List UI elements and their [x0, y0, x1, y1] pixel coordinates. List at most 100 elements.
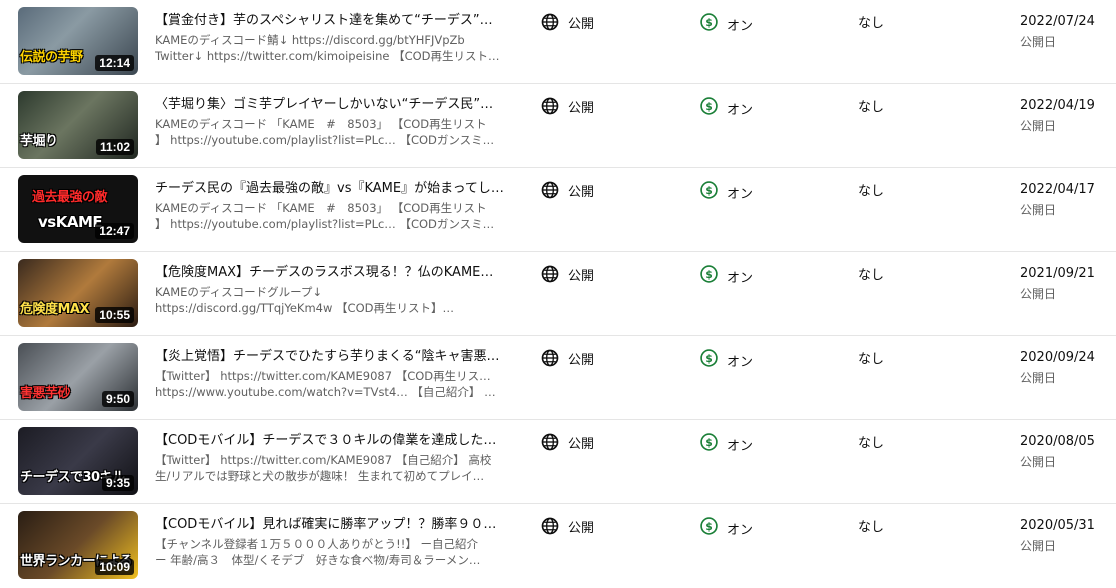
video-row[interactable]: 害悪芋砂 9:50 【炎上覚悟】チーデスでひたすら芋りまくる“陰キャ害悪… 【T…	[0, 336, 1116, 420]
visibility-label: 公開	[568, 184, 595, 200]
video-details: チーデス民の『過去最強の敵』vs『KAME』が始まってし… KAMEのディスコー…	[155, 180, 505, 232]
publish-date-label: 公開日	[1020, 119, 1057, 133]
video-duration: 12:47	[95, 223, 134, 239]
video-thumbnail[interactable]: チーデスで30キル 9:35	[18, 427, 138, 495]
thumbnail-caption: 芋堀り	[20, 134, 58, 149]
monetization-label: オン	[727, 102, 754, 118]
monetization-cell[interactable]: $ オン	[699, 12, 753, 36]
restrictions-cell: なし	[858, 520, 885, 535]
publish-date-label: 公開日	[1020, 539, 1057, 553]
monetization-cell[interactable]: $ オン	[699, 264, 753, 288]
date-cell: 2022/04/19 公開日	[1020, 97, 1095, 135]
date-cell: 2021/09/21 公開日	[1020, 265, 1095, 303]
video-details: 【CODモバイル】チーデスで３０キルの偉業を達成した… 【Twitter】 ht…	[155, 432, 505, 484]
restrictions-cell: なし	[858, 352, 885, 367]
video-thumbnail[interactable]: 世界ランカーによる 10:09	[18, 511, 138, 579]
visibility-cell[interactable]: 公開	[540, 264, 594, 284]
thumbnail-caption: 害悪芋砂	[20, 386, 71, 401]
svg-text:$: $	[705, 184, 713, 197]
publish-date-label: 公開日	[1020, 35, 1057, 49]
restrictions-cell: なし	[858, 100, 885, 115]
video-details: 〈芋堀り集〉ゴミ芋プレイヤーしかいない“チーデス民”を… KAMEのディスコード…	[155, 96, 505, 148]
dollar-circle-icon: $	[699, 432, 719, 456]
video-row[interactable]: 危険度MAX 10:55 【危険度MAX】チーデスのラスボス現る！？仏のKAME…	[0, 252, 1116, 336]
monetization-cell[interactable]: $ オン	[699, 96, 753, 120]
description-line: 】 https://youtube.com/playlist?list=PLc……	[155, 133, 495, 147]
globe-icon	[540, 264, 560, 284]
video-row[interactable]: 伝説の芋野 12:14 【賞金付き】芋のスペシャリスト達を集めて“チーデス”を……	[0, 0, 1116, 84]
publish-date: 2022/04/17	[1020, 182, 1095, 197]
video-duration: 11:02	[95, 139, 134, 155]
monetization-cell[interactable]: $ オン	[699, 348, 753, 372]
video-thumbnail[interactable]: 危険度MAX 10:55	[18, 259, 138, 327]
video-description: KAMEのディスコードグループ↓ https://discord.gg/TTqj…	[155, 284, 500, 316]
video-duration: 9:35	[101, 475, 134, 491]
date-cell: 2020/05/31 公開日	[1020, 517, 1095, 555]
visibility-cell[interactable]: 公開	[540, 96, 594, 116]
video-description: 【Twitter】 https://twitter.com/KAME9087 【…	[155, 368, 500, 400]
date-cell: 2022/07/24 公開日	[1020, 13, 1095, 51]
video-description: 【チャンネル登録者１万５０００人ありがとう!!】 ー自己紹介 ー 年齢/高３ 体…	[155, 536, 500, 568]
video-title[interactable]: チーデス民の『過去最強の敵』vs『KAME』が始まってし…	[155, 180, 505, 198]
publish-date-label: 公開日	[1020, 455, 1057, 469]
video-title[interactable]: 【CODモバイル】見れば確実に勝率アップ！？勝率９０…	[155, 516, 505, 534]
visibility-cell[interactable]: 公開	[540, 432, 594, 452]
dollar-circle-icon: $	[699, 12, 719, 36]
visibility-cell[interactable]: 公開	[540, 348, 594, 368]
video-title[interactable]: 【CODモバイル】チーデスで３０キルの偉業を達成した…	[155, 432, 505, 450]
monetization-label: オン	[727, 354, 754, 370]
visibility-label: 公開	[568, 436, 595, 452]
globe-icon	[540, 432, 560, 452]
thumbnail-caption: 伝説の芋野	[20, 50, 83, 65]
description-line: 【チャンネル登録者１万５０００人ありがとう!!】 ー自己紹介	[155, 537, 479, 551]
monetization-label: オン	[727, 270, 754, 286]
description-line: ー 年齢/高３ 体型/くそデブ 好きな食べ物/寿司＆ラーメン…	[155, 553, 481, 567]
video-title[interactable]: 〈芋堀り集〉ゴミ芋プレイヤーしかいない“チーデス民”を…	[155, 96, 505, 114]
visibility-label: 公開	[568, 520, 595, 536]
visibility-cell[interactable]: 公開	[540, 516, 594, 536]
svg-text:$: $	[705, 100, 713, 113]
video-title[interactable]: 【危険度MAX】チーデスのラスボス現る！？仏のKAMEを…	[155, 264, 505, 282]
monetization-cell[interactable]: $ オン	[699, 432, 753, 456]
publish-date-label: 公開日	[1020, 371, 1057, 385]
video-row[interactable]: 過去最強の敵 vsKAME 12:47 チーデス民の『過去最強の敵』vs『KAME…	[0, 168, 1116, 252]
thumbnail-caption: 危険度MAX	[20, 302, 90, 317]
monetization-cell[interactable]: $ オン	[699, 516, 753, 540]
monetization-label: オン	[727, 438, 754, 454]
monetization-cell[interactable]: $ オン	[699, 180, 753, 204]
video-description: KAMEのディスコード 「KAME # 8503」 【COD再生リスト 】 ht…	[155, 116, 500, 148]
dollar-circle-icon: $	[699, 180, 719, 204]
dollar-circle-icon: $	[699, 264, 719, 288]
video-description: KAMEのディスコード鯖↓ https://discord.gg/btYHFJV…	[155, 32, 500, 64]
svg-text:$: $	[705, 16, 713, 29]
svg-text:$: $	[705, 352, 713, 365]
video-row[interactable]: 世界ランカーによる 10:09 【CODモバイル】見れば確実に勝率アップ！？勝率…	[0, 504, 1116, 588]
description-line: Twitter↓ https://twitter.com/kimoipeisin…	[155, 49, 500, 63]
publish-date-label: 公開日	[1020, 203, 1057, 217]
description-line: https://discord.gg/TTqjYeKm4w 【COD再生リスト】…	[155, 301, 454, 315]
video-details: 【賞金付き】芋のスペシャリスト達を集めて“チーデス”を… KAMEのディスコード…	[155, 12, 505, 64]
restrictions-cell: なし	[858, 268, 885, 283]
video-details: 【CODモバイル】見れば確実に勝率アップ！？勝率９０… 【チャンネル登録者１万５…	[155, 516, 505, 568]
video-row[interactable]: チーデスで30キル 9:35 【CODモバイル】チーデスで３０キルの偉業を達成し…	[0, 420, 1116, 504]
video-title[interactable]: 【賞金付き】芋のスペシャリスト達を集めて“チーデス”を…	[155, 12, 505, 30]
video-thumbnail[interactable]: 害悪芋砂 9:50	[18, 343, 138, 411]
visibility-cell[interactable]: 公開	[540, 180, 594, 200]
monetization-label: オン	[727, 186, 754, 202]
video-thumbnail[interactable]: 伝説の芋野 12:14	[18, 7, 138, 75]
video-duration: 10:09	[95, 559, 134, 575]
visibility-label: 公開	[568, 352, 595, 368]
video-title[interactable]: 【炎上覚悟】チーデスでひたすら芋りまくる“陰キャ害悪…	[155, 348, 505, 366]
dollar-circle-icon: $	[699, 348, 719, 372]
dollar-circle-icon: $	[699, 516, 719, 540]
svg-text:$: $	[705, 520, 713, 533]
monetization-label: オン	[727, 522, 754, 538]
restrictions-cell: なし	[858, 16, 885, 31]
visibility-cell[interactable]: 公開	[540, 12, 594, 32]
globe-icon	[540, 96, 560, 116]
video-row[interactable]: 芋堀り 11:02 〈芋堀り集〉ゴミ芋プレイヤーしかいない“チーデス民”を… K…	[0, 84, 1116, 168]
video-thumbnail[interactable]: 芋堀り 11:02	[18, 91, 138, 159]
visibility-label: 公開	[568, 100, 595, 116]
video-thumbnail[interactable]: 過去最強の敵 vsKAME 12:47	[18, 175, 138, 243]
publish-date-label: 公開日	[1020, 287, 1057, 301]
